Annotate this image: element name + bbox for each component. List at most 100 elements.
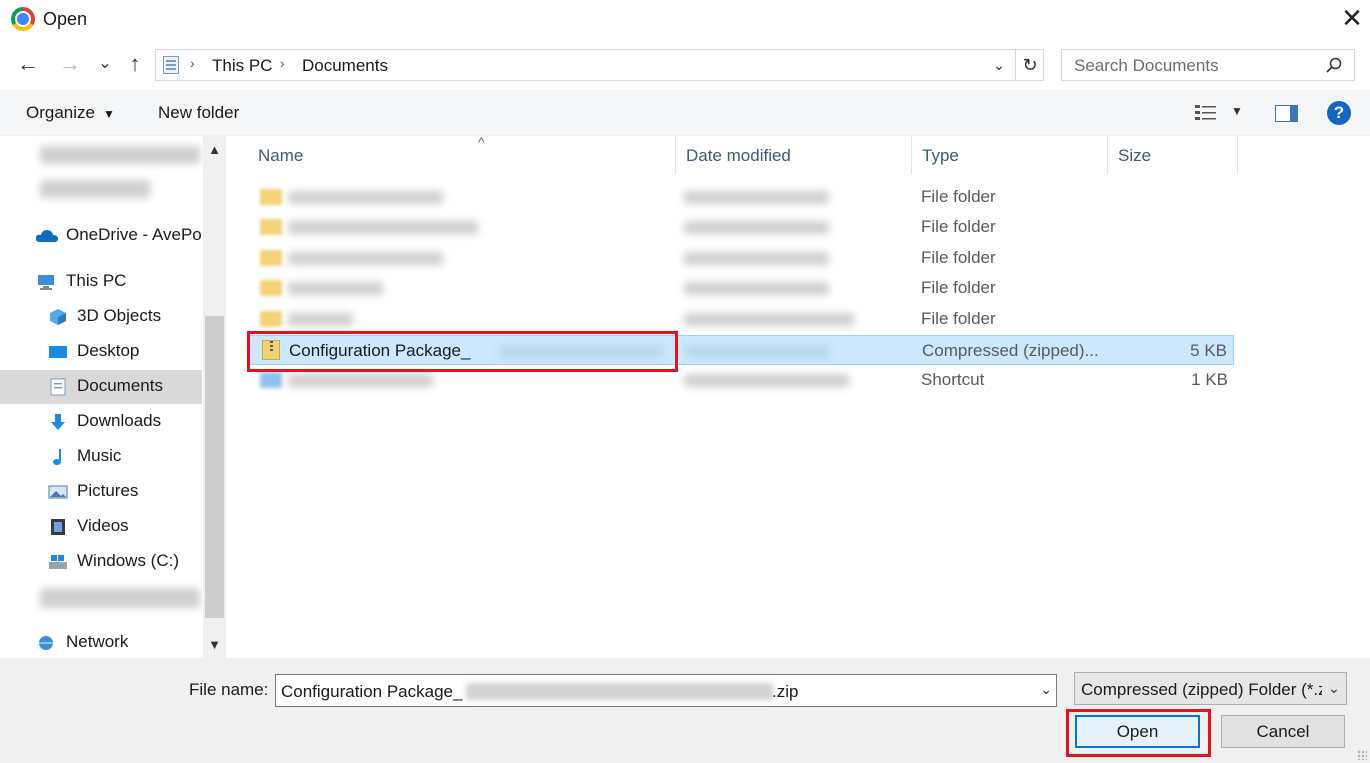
- file-size: 1 KB: [1191, 370, 1228, 389]
- file-name-extension: .zip: [772, 682, 799, 701]
- sidebar-item-music[interactable]: Music: [0, 440, 202, 474]
- file-type: File folder: [921, 217, 996, 236]
- file-type: Shortcut: [921, 370, 985, 389]
- breadcrumb-this-pc[interactable]: This PC: [212, 56, 272, 76]
- this-pc-icon: [38, 275, 54, 290]
- 3d-objects-icon: [50, 309, 66, 325]
- blurred-date: [684, 221, 829, 234]
- search-input[interactable]: Search Documents: [1061, 49, 1355, 81]
- folder-icon: [260, 250, 282, 266]
- sidebar-item-this-pc[interactable]: This PC: [0, 265, 202, 299]
- file-type: File folder: [921, 248, 996, 267]
- blurred-date: [684, 374, 849, 387]
- organize-caret-icon: ▼: [102, 107, 115, 121]
- network-icon: [39, 636, 53, 650]
- blurred-file-name: [288, 282, 383, 295]
- resize-grip-icon[interactable]: [1357, 750, 1367, 760]
- column-header-date-modified[interactable]: Date modified: [676, 136, 912, 174]
- music-icon: [53, 449, 61, 465]
- preview-pane-icon[interactable]: [1275, 105, 1298, 122]
- file-row[interactable]: File folder: [248, 212, 1234, 242]
- address-dropdown-icon[interactable]: ⌄: [988, 54, 1010, 76]
- sidebar-scrollbar[interactable]: ▲ ▼: [203, 136, 226, 658]
- file-type: File folder: [921, 309, 996, 328]
- address-bar[interactable]: › This PC › Documents ⌄ ↻: [155, 49, 1044, 81]
- file-row[interactable]: File folder: [248, 273, 1234, 303]
- up-arrow-icon[interactable]: ↑: [122, 50, 148, 78]
- blurred-date: [684, 252, 829, 265]
- new-folder-button[interactable]: New folder: [158, 103, 239, 123]
- title-bar: Open ✕: [0, 0, 1370, 40]
- blurred-date: [684, 313, 854, 326]
- back-arrow-icon[interactable]: ←: [15, 50, 41, 78]
- sidebar-item-network[interactable]: Network: [0, 626, 202, 660]
- highlight-annotation-box: [1066, 709, 1211, 757]
- sidebar-item-windows-c[interactable]: Windows (C:): [0, 545, 202, 579]
- scroll-up-arrow-icon[interactable]: ▲: [203, 139, 226, 161]
- navigation-bar: ← → ⌄ ↑ › This PC › Documents ⌄ ↻ Search…: [0, 40, 1370, 90]
- breadcrumb-documents[interactable]: Documents: [302, 56, 388, 76]
- folder-icon: [260, 219, 282, 235]
- blurred-file-name: [288, 221, 478, 234]
- blurred-date: [684, 282, 829, 295]
- chrome-icon: [11, 7, 35, 31]
- close-icon[interactable]: ✕: [1338, 4, 1366, 32]
- forward-arrow-icon[interactable]: →: [57, 50, 83, 78]
- help-icon[interactable]: ?: [1327, 101, 1351, 125]
- file-type-value: Compressed (zipped) Folder (*.zip): [1081, 680, 1346, 699]
- sidebar-item-label: Pictures: [77, 481, 139, 500]
- sidebar-item-downloads[interactable]: Downloads: [0, 405, 202, 439]
- column-header-type[interactable]: Type: [912, 136, 1108, 174]
- scrollbar-thumb[interactable]: [205, 316, 224, 618]
- scroll-down-arrow-icon[interactable]: ▼: [203, 634, 226, 656]
- sidebar-item-desktop[interactable]: Desktop: [0, 335, 202, 369]
- folder-icon: [260, 280, 282, 296]
- organize-button[interactable]: Organize ▼: [26, 103, 115, 123]
- sidebar-item-3d-objects[interactable]: 3D Objects: [0, 300, 202, 334]
- file-name-input[interactable]: Configuration Package_ .zip ⌄: [275, 674, 1057, 707]
- dialog-title: Open: [43, 9, 88, 29]
- shortcut-icon: [260, 372, 282, 388]
- file-row[interactable]: File folder: [248, 182, 1234, 212]
- sidebar-item-documents[interactable]: Documents: [0, 370, 202, 404]
- file-row[interactable]: File folder: [248, 304, 1234, 334]
- command-toolbar: Organize ▼ New folder ▼ ?: [0, 90, 1370, 136]
- recent-locations-chevron-icon[interactable]: ⌄: [92, 50, 118, 78]
- blurred-date: [684, 191, 829, 204]
- blurred-file-name: [466, 683, 773, 700]
- sort-ascending-icon: ^: [478, 134, 485, 150]
- cancel-button[interactable]: Cancel: [1221, 715, 1345, 748]
- file-type-dropdown-icon[interactable]: ⌄: [1322, 673, 1346, 704]
- sidebar-item-label: OneDrive - AvePo: [66, 225, 202, 244]
- file-row[interactable]: File folder: [248, 243, 1234, 273]
- sidebar-item-pictures[interactable]: Pictures: [0, 475, 202, 509]
- column-header-size[interactable]: Size: [1108, 136, 1238, 174]
- file-name-dropdown-icon[interactable]: ⌄: [1040, 681, 1052, 698]
- file-type: File folder: [921, 278, 996, 297]
- sidebar-item-label: 3D Objects: [77, 306, 162, 325]
- change-view-icon[interactable]: [1194, 104, 1218, 122]
- file-name-prefix: Configuration Package_: [281, 682, 463, 701]
- sidebar-item-videos[interactable]: Videos: [0, 510, 202, 544]
- breadcrumb-separator-icon: ›: [280, 55, 285, 71]
- blurred-sidebar-item: [40, 180, 150, 198]
- sidebar-item-onedrive[interactable]: OneDrive - AvePo: [0, 219, 202, 253]
- column-header-label: Type: [922, 146, 959, 165]
- sidebar-item-label: Documents: [77, 376, 163, 395]
- blurred-file-name: [288, 313, 353, 326]
- column-header-label: Date modified: [686, 146, 791, 165]
- desktop-icon: [49, 346, 67, 358]
- sidebar-item-label: Music: [77, 446, 122, 465]
- search-placeholder: Search Documents: [1074, 56, 1219, 75]
- file-type: File folder: [921, 187, 996, 206]
- view-options-caret-icon[interactable]: ▼: [1231, 104, 1243, 118]
- navigation-pane: OneDrive - AvePo This PC 3D Objects Desk…: [0, 136, 226, 658]
- organize-label: Organize: [26, 103, 95, 122]
- column-header-name[interactable]: Name ^: [248, 134, 676, 174]
- file-type: Compressed (zipped)...: [922, 341, 1099, 360]
- blurred-sidebar-item: [40, 588, 200, 608]
- column-header-label: Size: [1118, 146, 1152, 165]
- search-icon[interactable]: [1326, 57, 1342, 73]
- refresh-icon[interactable]: ↻: [1015, 50, 1044, 80]
- file-type-select[interactable]: Compressed (zipped) Folder (*.zip) ⌄: [1074, 672, 1347, 705]
